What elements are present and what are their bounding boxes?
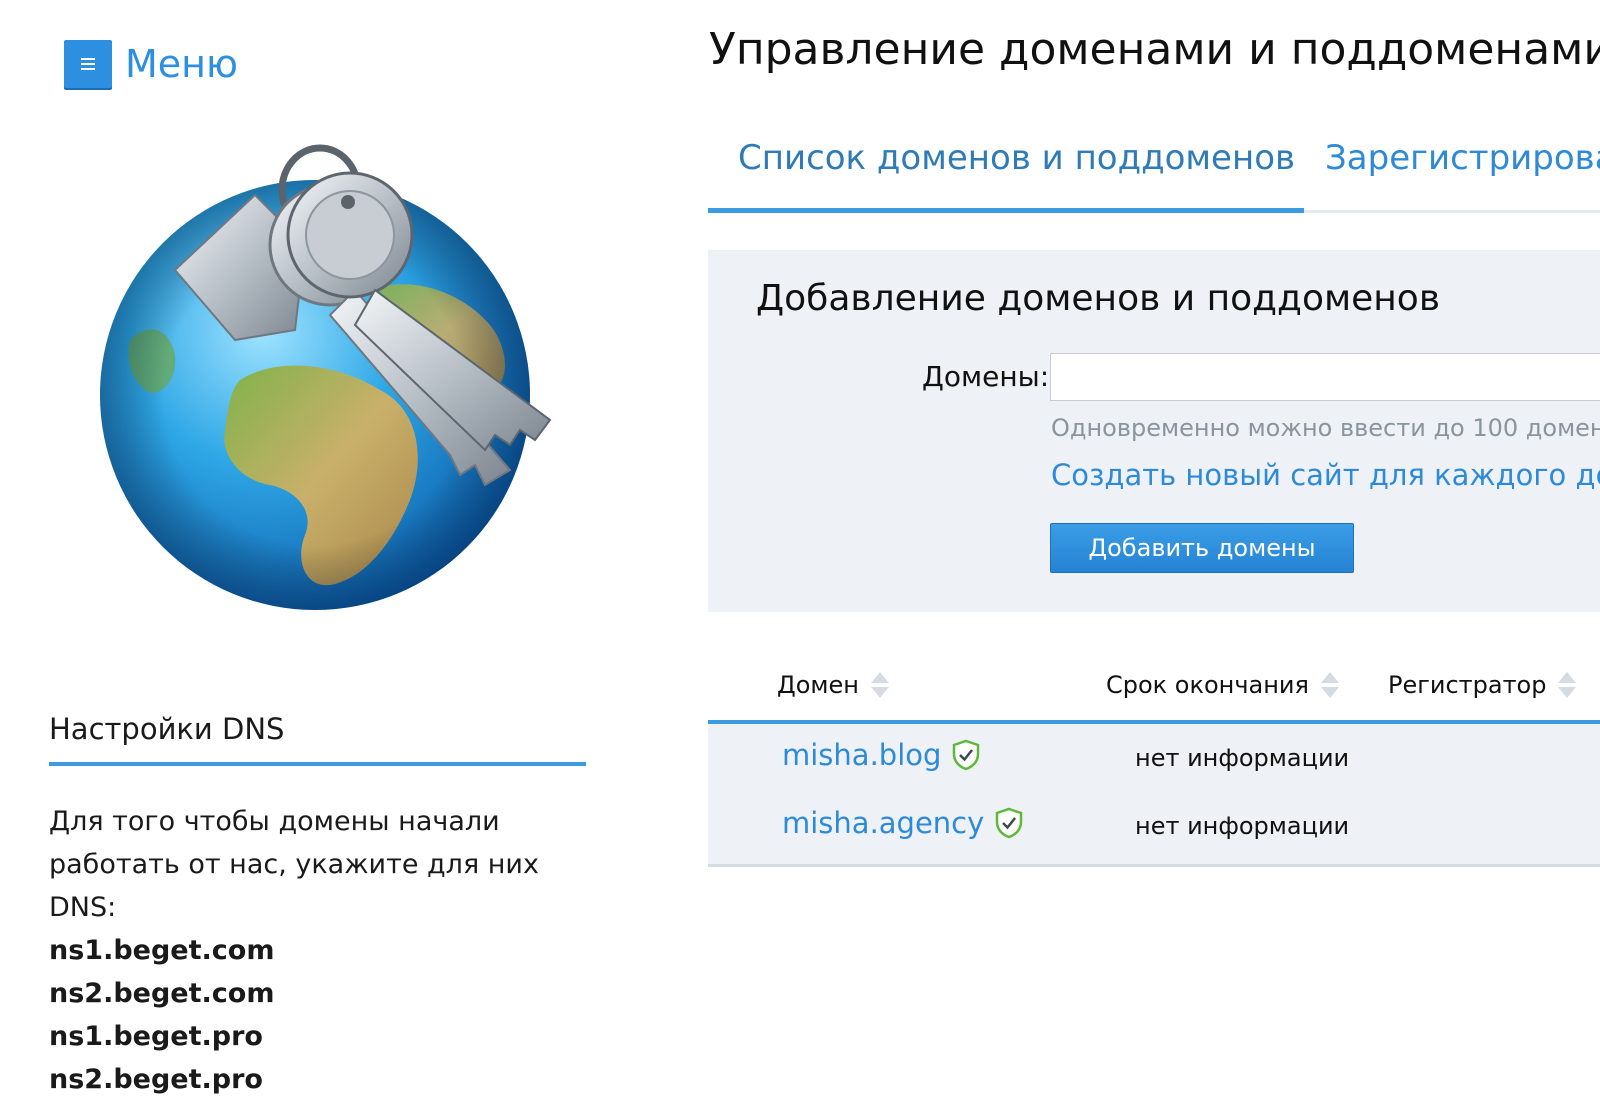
column-header-label: Домен — [777, 671, 859, 699]
tab-register-domain[interactable]: Зарегистрировать домен — [1325, 138, 1600, 178]
hamburger-icon — [64, 40, 112, 88]
sort-icon — [1320, 670, 1339, 700]
domains-input[interactable] — [1050, 353, 1600, 401]
expiration-cell: нет информации — [1135, 744, 1350, 772]
dns-settings-title: Настройки DNS — [49, 712, 586, 766]
domains-table: Домен Срок окончания Регистратор misha.b… — [708, 650, 1600, 867]
menu-label: Меню — [125, 42, 238, 86]
table-body: misha.blog нет информации misha.agency н… — [708, 724, 1600, 867]
table-row: misha.blog нет информации — [708, 724, 1600, 792]
tabs: Список доменов и поддоменов Зарегистриро… — [708, 130, 1600, 213]
ns-server: ns1.beget.com — [49, 935, 275, 966]
create-site-link[interactable]: Создать новый сайт для каждого домена — [1051, 458, 1600, 492]
tab-domain-list[interactable]: Список доменов и поддоменов — [738, 138, 1295, 178]
domain-name: misha.blog — [782, 738, 942, 772]
domains-label: Домены: — [922, 360, 1050, 393]
column-header-registrar[interactable]: Регистратор — [1388, 670, 1577, 700]
page-title: Управление доменами и поддоменами — [709, 24, 1600, 75]
domain-link[interactable]: misha.agency — [782, 806, 1024, 840]
dns-settings-text: Для того чтобы домены начали работать от… — [49, 800, 609, 1096]
dns-instructions: Для того чтобы домены начали работать от… — [49, 806, 539, 923]
active-tab-indicator — [708, 208, 1304, 213]
ns-server: ns2.beget.com — [49, 978, 275, 1009]
add-domains-button[interactable]: Добавить домены — [1050, 523, 1354, 573]
ns-server: ns1.beget.pro — [49, 1021, 263, 1052]
column-header-label: Регистратор — [1388, 671, 1547, 699]
add-domains-title: Добавление доменов и поддоменов — [756, 278, 1441, 319]
expiration-cell: нет информации — [1135, 812, 1350, 840]
sort-icon — [1558, 670, 1577, 700]
table-header: Домен Срок окончания Регистратор — [708, 650, 1600, 724]
globe-with-keys-icon — [90, 140, 570, 620]
column-header-domain[interactable]: Домен — [777, 670, 889, 700]
menu-button[interactable]: Меню — [64, 40, 238, 88]
shield-check-icon — [953, 739, 980, 771]
sort-icon — [871, 670, 889, 700]
domain-link[interactable]: misha.blog — [782, 738, 981, 772]
column-header-label: Срок окончания — [1106, 671, 1309, 699]
page: Меню Настройки DNS Для того чтобы домены… — [0, 0, 1600, 1096]
shield-check-icon — [996, 807, 1023, 839]
domains-hint: Одновременно можно ввести до 100 доменов — [1051, 414, 1600, 442]
add-domains-panel: Добавление доменов и поддоменов Домены: … — [708, 250, 1600, 612]
table-row: misha.agency нет информации — [708, 792, 1600, 860]
domain-name: misha.agency — [782, 806, 985, 840]
ns-server: ns2.beget.pro — [49, 1064, 263, 1095]
column-header-expiration[interactable]: Срок окончания — [1106, 670, 1339, 700]
